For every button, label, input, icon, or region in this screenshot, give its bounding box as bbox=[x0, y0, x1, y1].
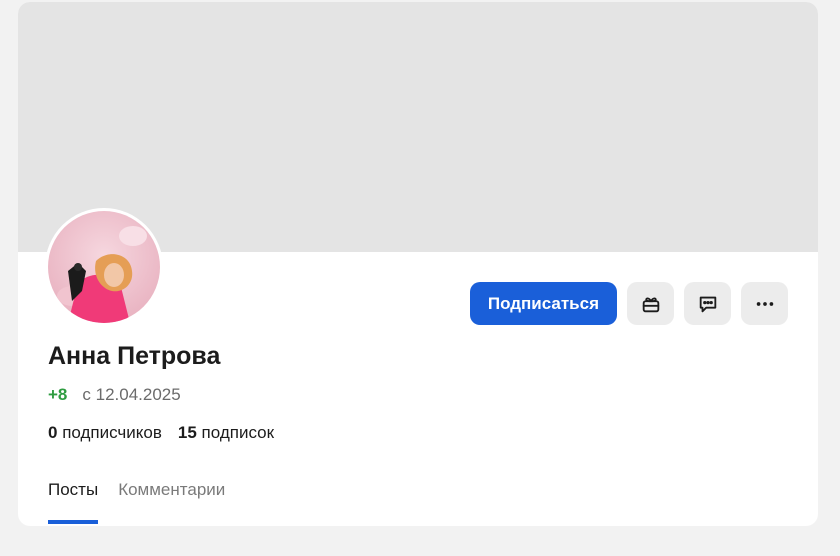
subscribe-button[interactable]: Подписаться bbox=[469, 282, 617, 325]
avatar[interactable] bbox=[45, 208, 163, 326]
followers-link[interactable]: 0 подписчиков bbox=[48, 423, 162, 443]
member-since: с 12.04.2025 bbox=[82, 385, 181, 404]
profile-card: Подписаться Анна Петрова +8 с 12.04.2025… bbox=[18, 2, 818, 526]
following-count: 15 bbox=[177, 423, 197, 442]
tab-comments[interactable]: Комментарии bbox=[118, 480, 225, 522]
profile-counts: 0 подписчиков 15 подписок bbox=[48, 423, 274, 443]
message-icon bbox=[699, 296, 716, 312]
message-button[interactable] bbox=[684, 282, 731, 325]
tab-posts[interactable]: Посты bbox=[48, 480, 99, 524]
profile-actions: Подписаться bbox=[469, 282, 788, 325]
gift-button[interactable] bbox=[627, 282, 674, 325]
gift-icon bbox=[642, 296, 659, 312]
following-label: подписок bbox=[201, 423, 275, 442]
profile-cover bbox=[18, 2, 818, 252]
more-button[interactable] bbox=[741, 282, 788, 325]
rating-value: +8 bbox=[48, 385, 68, 404]
followers-count: 0 bbox=[48, 423, 58, 442]
followers-label: подписчиков bbox=[62, 423, 162, 442]
profile-tabs: Посты Комментарии bbox=[48, 480, 225, 524]
more-icon bbox=[756, 301, 773, 306]
profile-meta: +8 с 12.04.2025 bbox=[48, 385, 181, 405]
profile-name: Анна Петрова bbox=[48, 342, 221, 370]
avatar-image bbox=[48, 211, 160, 323]
following-link[interactable]: 15 подписок bbox=[178, 423, 274, 443]
